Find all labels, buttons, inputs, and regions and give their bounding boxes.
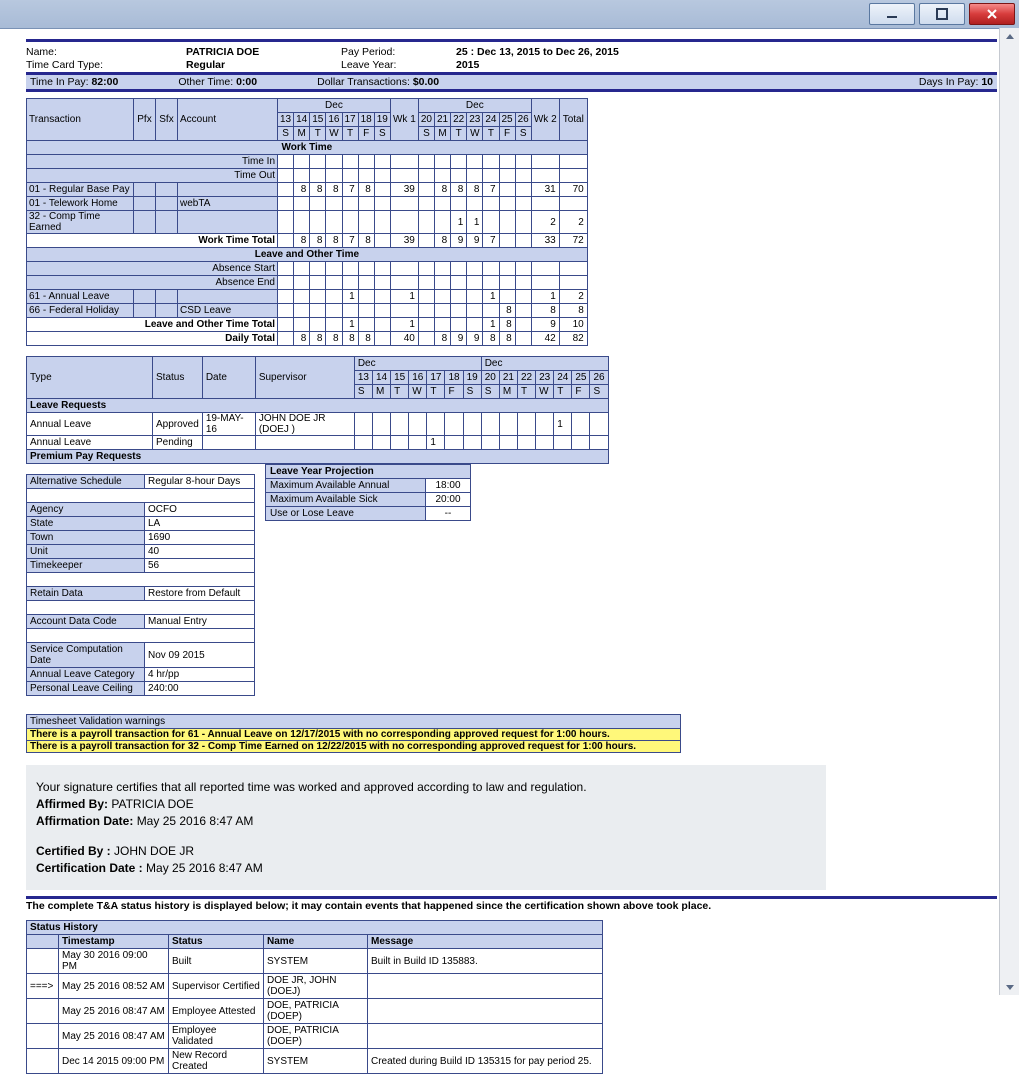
requests-table: TypeStatusDateSupervisorDecDec1314151617… bbox=[26, 356, 609, 464]
tip-value: 82:00 bbox=[91, 76, 118, 88]
summary-strip: Time In Pay: 82:00 Other Time: 0:00 Doll… bbox=[26, 72, 997, 92]
aff-date: May 25 2016 8:47 AM bbox=[137, 814, 254, 828]
tctype-label: Time Card Type: bbox=[26, 59, 186, 71]
window-titlebar bbox=[0, 0, 1019, 29]
status-history-table: Status HistoryTimestampStatusNameMessage… bbox=[26, 920, 603, 1074]
maximize-button[interactable] bbox=[919, 3, 965, 25]
cert-by: JOHN DOE JR bbox=[114, 844, 194, 858]
history-note: The complete T&A status history is displ… bbox=[26, 900, 997, 912]
cert-date: May 25 2016 8:47 AM bbox=[146, 861, 263, 875]
timecard-table: TransactionPfxSfxAccountDecWk 1DecWk 2To… bbox=[26, 98, 588, 346]
minimize-button[interactable] bbox=[869, 3, 915, 25]
name-label: Name: bbox=[26, 46, 186, 58]
aff-by: PATRICIA DOE bbox=[111, 797, 193, 811]
ot-value: 0:00 bbox=[236, 76, 257, 88]
dip-label: Days In Pay: bbox=[919, 76, 981, 88]
header-row-name: Name: PATRICIA DOE Pay Period: 25 : Dec … bbox=[26, 46, 997, 58]
dip-value: 10 bbox=[981, 76, 993, 88]
aff-by-label: Affirmed By: bbox=[36, 797, 108, 811]
leaveyear-value: 2015 bbox=[456, 59, 479, 71]
payperiod-label: Pay Period: bbox=[341, 46, 456, 58]
validation-warnings: Timesheet Validation warningsThere is a … bbox=[26, 714, 681, 753]
dt-value: $0.00 bbox=[413, 76, 439, 88]
leaveyear-label: Leave Year: bbox=[341, 59, 456, 71]
header-row-type: Time Card Type: Regular Leave Year: 2015 bbox=[26, 59, 997, 71]
scroll-up-icon[interactable] bbox=[1001, 28, 1018, 45]
certification-block: Your signature certifies that all report… bbox=[26, 765, 826, 890]
vertical-scrollbar[interactable] bbox=[999, 28, 1019, 995]
name-value: PATRICIA DOE bbox=[186, 46, 341, 58]
aff-date-label: Affirmation Date: bbox=[36, 814, 133, 828]
cert-date-label: Certification Date : bbox=[36, 861, 143, 875]
attributes-table: Alternative ScheduleRegular 8-hour DaysA… bbox=[26, 474, 255, 696]
payperiod-value: 25 : Dec 13, 2015 to Dec 26, 2015 bbox=[456, 46, 619, 58]
tip-label: Time In Pay: bbox=[30, 76, 91, 88]
tctype-value: Regular bbox=[186, 59, 341, 71]
ot-label: Other Time: bbox=[178, 76, 236, 88]
dt-label: Dollar Transactions: bbox=[317, 76, 413, 88]
cert-by-label: Certified By : bbox=[36, 844, 111, 858]
scroll-down-icon[interactable] bbox=[1001, 978, 1018, 995]
close-button[interactable] bbox=[969, 3, 1015, 25]
cert-intro: Your signature certifies that all report… bbox=[36, 780, 816, 794]
leave-projection-table: Leave Year ProjectionMaximum Available A… bbox=[265, 464, 471, 521]
